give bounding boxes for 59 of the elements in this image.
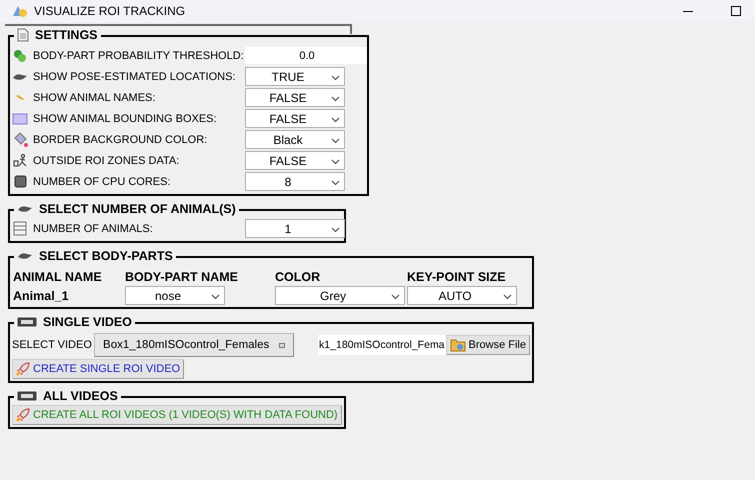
dropdown[interactable]: AUTO: [407, 286, 517, 305]
chevron-down-icon: [331, 138, 340, 144]
animal-name: Animal_1: [13, 288, 70, 302]
coins-icon: [13, 48, 27, 62]
setting-label: BORDER BACKGROUND COLOR:: [33, 134, 208, 146]
dropdown[interactable]: Grey: [275, 286, 405, 305]
chevron-down-icon: [331, 96, 340, 102]
dropdown[interactable]: 8: [245, 172, 345, 191]
file-path-field[interactable]: k1_180mISOcontrol_Fema: [318, 335, 446, 355]
section-title: ALL VIDEOS: [43, 389, 118, 403]
setting-label: SELECT VIDEO: [12, 339, 92, 351]
threshold-field[interactable]: 0.0: [245, 47, 369, 64]
minimize-icon[interactable]: [683, 10, 693, 12]
paint-bucket-icon: [12, 132, 28, 147]
setting-label: NUMBER OF ANIMALS:: [33, 222, 153, 234]
dropdown[interactable]: FALSE: [245, 88, 345, 107]
dropdown[interactable]: FALSE: [245, 151, 345, 170]
setting-label: BODY-PART PROBABILITY THRESHOLD:: [33, 50, 244, 62]
column-header: COLOR: [275, 268, 322, 286]
setting-label: SHOW ANIMAL BOUNDING BOXES:: [33, 112, 217, 124]
video-menu[interactable]: Box1_180mISOcontrol_Females: [94, 333, 294, 357]
column-header: KEY-POINT SIZE: [407, 268, 507, 286]
chevron-down-icon: [211, 294, 220, 300]
setting-label: NUMBER OF CPU CORES:: [33, 176, 171, 188]
chevron-down-icon: [503, 294, 512, 300]
chevron-down-icon: [331, 75, 340, 81]
folder-icon: [450, 338, 466, 352]
dropdown[interactable]: Black: [245, 130, 345, 149]
rocket-icon: [16, 362, 30, 376]
chevron-down-icon: [331, 117, 340, 123]
chevron-down-icon: [331, 180, 340, 186]
create-single-video-button[interactable]: CREATE SINGLE ROI VIDEO: [12, 359, 184, 379]
rectangle-icon: [12, 112, 28, 124]
chip-icon: [14, 175, 26, 188]
rocket-icon: [16, 408, 30, 422]
dropdown[interactable]: FALSE: [245, 109, 345, 128]
pencil-icon: [16, 94, 24, 100]
app-icon: [12, 5, 28, 17]
chevron-down-icon: [391, 294, 400, 300]
column-header: ANIMAL NAME: [13, 268, 103, 286]
section-title: SINGLE VIDEO: [43, 315, 132, 329]
dropdown[interactable]: nose: [125, 286, 225, 305]
setting-label: OUTSIDE ROI ZONES DATA:: [33, 154, 180, 166]
column-header: BODY-PART NAME: [125, 268, 239, 286]
maximize-icon[interactable]: [731, 6, 741, 16]
dropdown[interactable]: 1: [245, 219, 345, 238]
browse-file-button[interactable]: Browse File: [446, 335, 530, 355]
setting-label: SHOW ANIMAL NAMES:: [33, 92, 156, 104]
chevron-down-icon: [331, 159, 340, 165]
cassette-icon: [17, 391, 37, 401]
section-title: SELECT BODY-PARTS: [39, 249, 173, 263]
setting-label: SHOW POSE-ESTIMATED LOCATIONS:: [33, 70, 236, 82]
runner-icon: [12, 153, 28, 168]
dropdown[interactable]: TRUE: [245, 67, 345, 86]
chevron-down-icon: [331, 227, 340, 233]
section-title: SETTINGS: [35, 28, 98, 42]
window-title: VISUALIZE ROI TRACKING: [34, 4, 186, 18]
cassette-icon: [17, 317, 37, 327]
section-title: SELECT NUMBER OF ANIMAL(S): [39, 202, 236, 216]
